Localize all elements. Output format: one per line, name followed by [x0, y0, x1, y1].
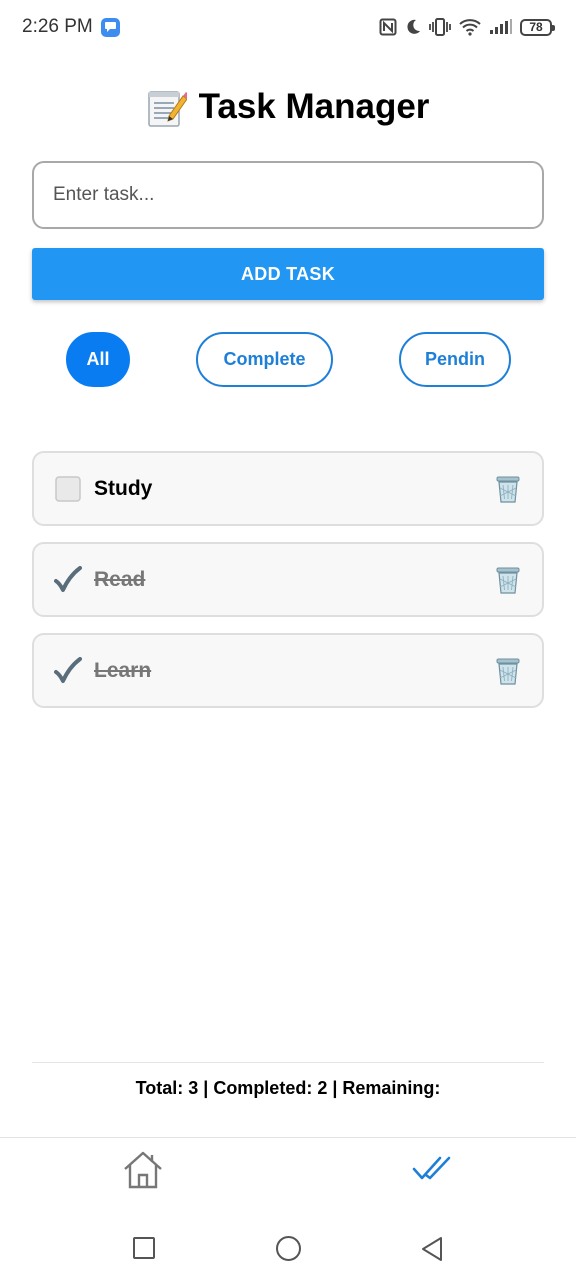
memo-icon [147, 91, 187, 127]
nfc-icon [379, 18, 397, 36]
task-item[interactable]: Read [32, 542, 544, 617]
home-icon[interactable] [122, 1150, 164, 1190]
check-mark-icon[interactable] [54, 656, 82, 685]
status-time: 2:26 PM [22, 16, 93, 37]
vibrate-icon [429, 18, 451, 36]
trash-icon[interactable] [494, 474, 522, 504]
back-icon[interactable] [420, 1235, 444, 1263]
task-label: Read [94, 567, 146, 591]
status-right: 78 [379, 18, 555, 36]
trash-icon[interactable] [494, 656, 522, 686]
unchecked-box-icon[interactable] [54, 475, 82, 503]
task-summary: Total: 3 | Completed: 2 | Remaining: [135, 1078, 441, 1098]
trash-icon[interactable] [494, 565, 522, 595]
app-title: Task Manager [198, 87, 430, 126]
task-item[interactable]: Study [32, 451, 544, 526]
check-mark-icon[interactable] [54, 565, 82, 594]
filter-pending-button[interactable]: Pendin [399, 332, 511, 387]
task-input[interactable] [32, 161, 544, 229]
wifi-icon [459, 19, 481, 36]
filter-all-button[interactable]: All [66, 332, 130, 387]
screen: 2:26 PM 78 Task Manager Enter task... AD… [0, 0, 576, 1280]
divider [32, 1062, 544, 1063]
double-check-icon[interactable] [412, 1154, 452, 1184]
filter-complete-button[interactable]: Complete [196, 332, 333, 387]
task-label: Learn [94, 658, 152, 682]
home-button[interactable] [276, 1236, 301, 1261]
moon-icon [407, 19, 420, 34]
status-left: 2:26 PM [22, 16, 120, 38]
bottom-tab-bar [0, 1137, 576, 1209]
add-task-button[interactable]: ADD TASK [32, 248, 544, 300]
system-nav-bar [0, 1215, 576, 1280]
battery-icon: 78 [520, 18, 555, 36]
task-item[interactable]: Learn [32, 633, 544, 708]
task-label: Study [94, 476, 153, 500]
status-bar: 2:26 PM 78 [0, 0, 576, 54]
recent-apps-button[interactable] [133, 1237, 155, 1259]
page-title: Task Manager [0, 80, 576, 134]
signal-icon [490, 19, 512, 34]
chat-notification-icon [100, 17, 120, 37]
